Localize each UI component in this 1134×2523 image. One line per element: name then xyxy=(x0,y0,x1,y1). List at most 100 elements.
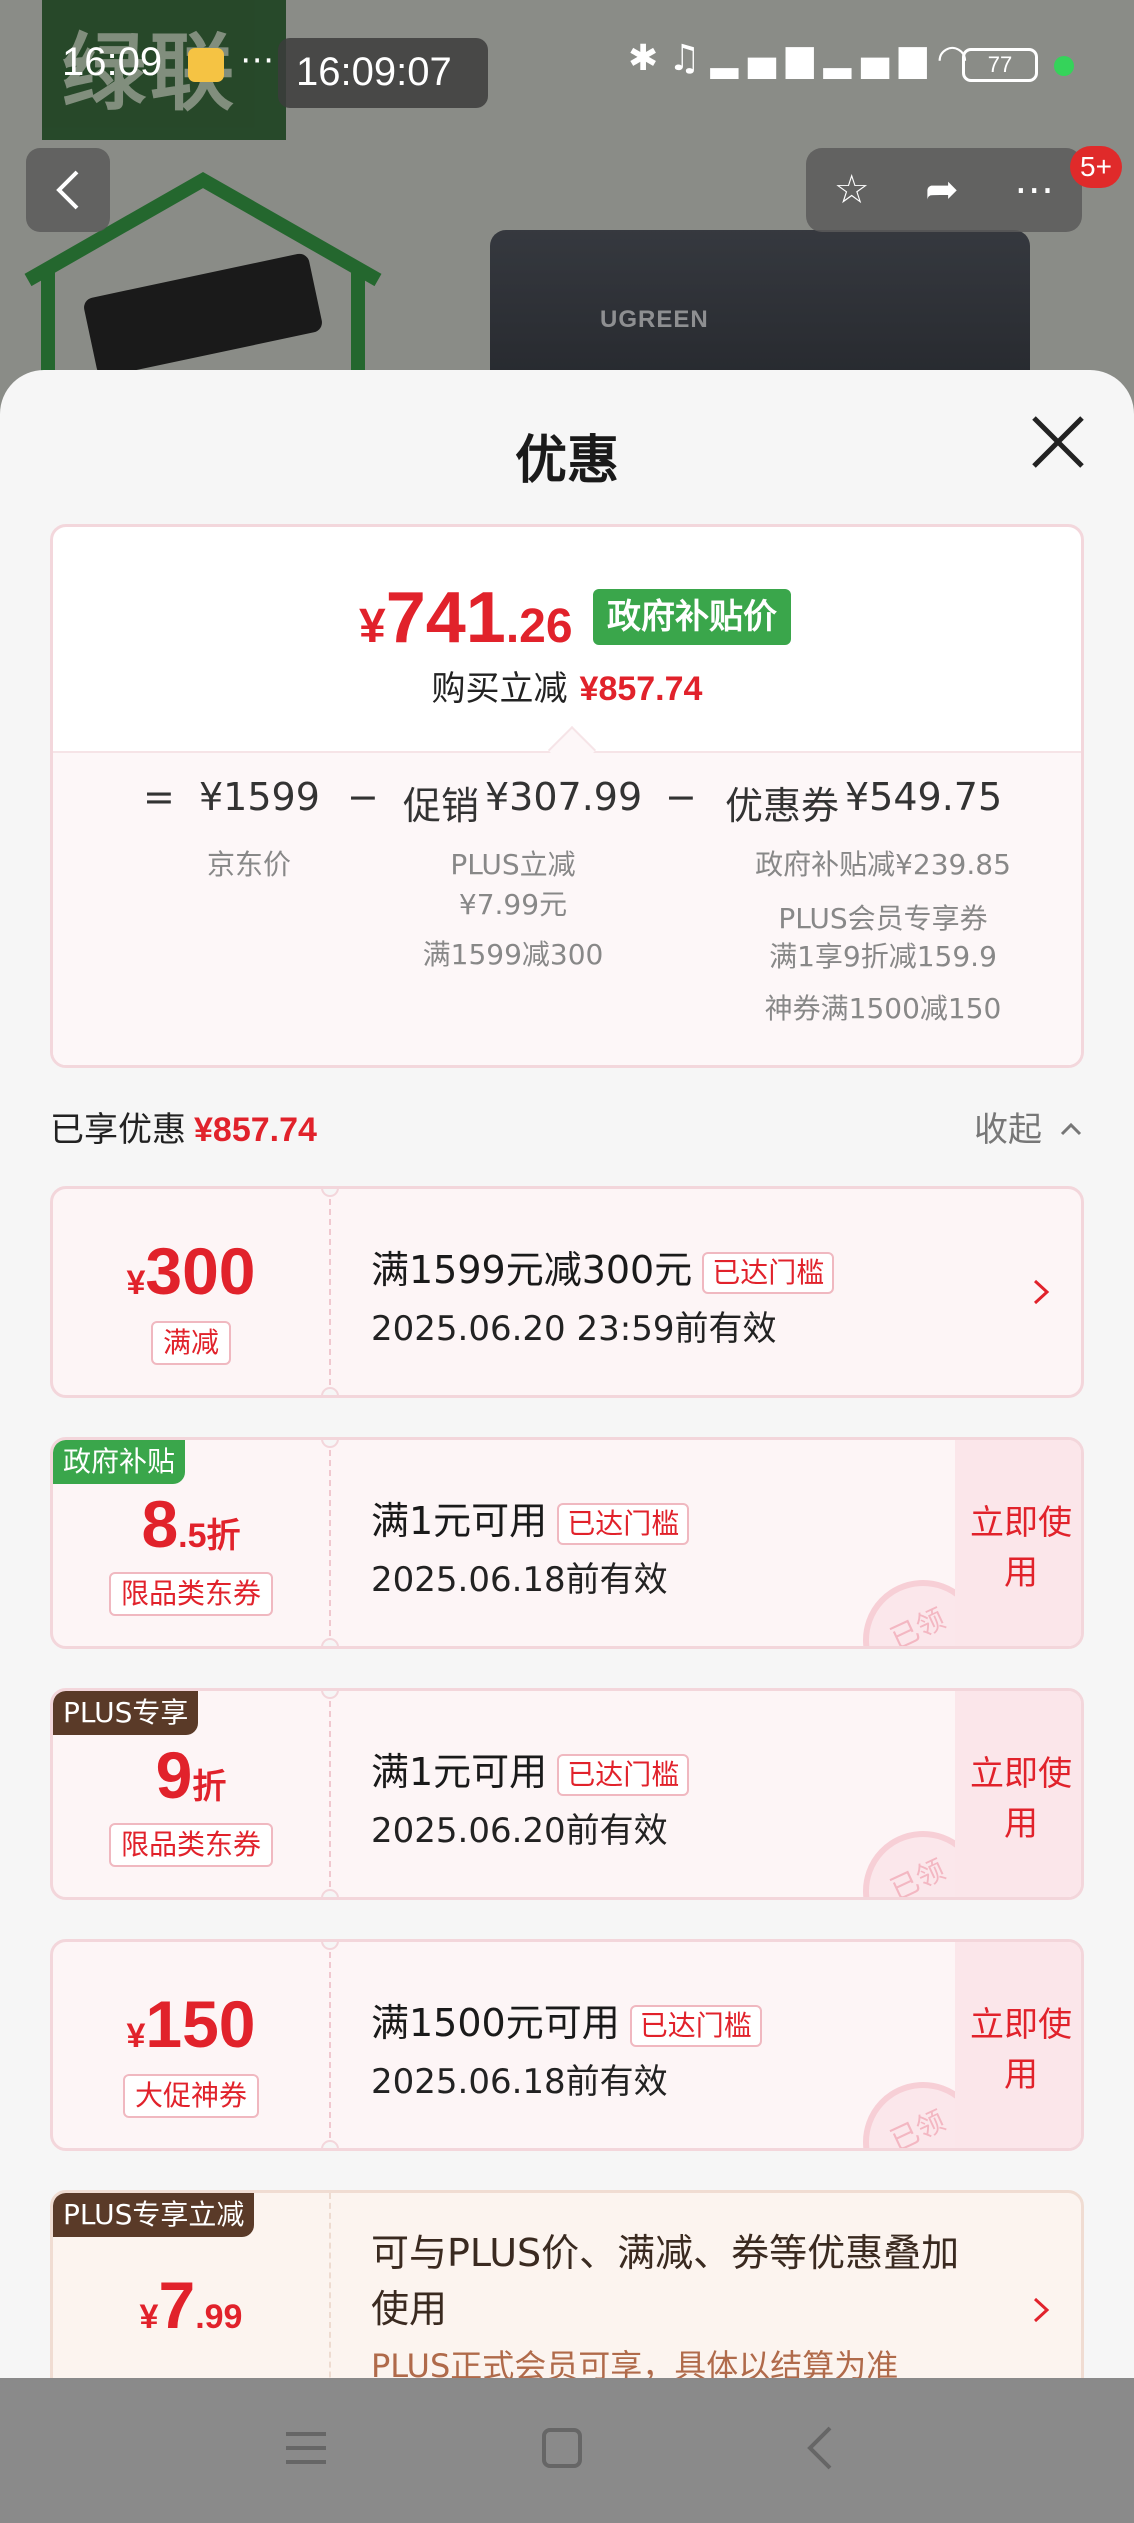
enjoyed-amount: ¥857.74 xyxy=(194,1111,317,1149)
coupon-title: 满1元可用 已达门槛 xyxy=(371,1490,690,1545)
threshold-met-tag: 已达门槛 xyxy=(702,1251,835,1294)
close-icon[interactable] xyxy=(1026,410,1090,474)
earbuds-icon: ♫ xyxy=(668,38,711,79)
bluetooth-icon: ✱ xyxy=(628,38,669,79)
coupon-type: 大促神券 xyxy=(123,2074,260,2118)
jd-price: ¥1599 xyxy=(199,775,320,819)
coupon-type: 限品类东券 xyxy=(109,1823,274,1867)
coupon-title-text: 满1元可用 xyxy=(371,1499,548,1543)
coupon-divider xyxy=(329,2193,331,2380)
coupon-expiry: 2025.06.18前有效 xyxy=(371,1560,668,1600)
enjoyed-label: 已享优惠 xyxy=(50,1110,186,1150)
coupon-currency: ¥ xyxy=(126,1264,146,1302)
coupon-notch xyxy=(321,2140,339,2148)
plus-corner-tag: PLUS专享 xyxy=(53,1691,199,1735)
coupon-detail-3: 满1享9折减159.9 xyxy=(769,940,997,973)
buy-discount-line: 购买立减 ¥857.74 xyxy=(53,661,1081,710)
gov-subsidy-corner-tag: 政府补贴 xyxy=(53,1440,186,1484)
coupon-divider xyxy=(329,1691,331,1897)
share-icon[interactable]: ➦ xyxy=(925,167,959,213)
coupon-notch xyxy=(321,1638,339,1646)
use-now-button[interactable]: 立即使用 xyxy=(955,1691,1081,1897)
coupon-notch xyxy=(321,1440,339,1448)
status-bar: 16:09 ⋯ 16:09:07 ✱♫▂▄▆▂▄▆◠ 77 xyxy=(0,0,1134,130)
coupon-detail-4: 神券满1500减150 xyxy=(764,992,1002,1025)
discount-sheet: 优惠 ¥741.26 政府补贴价 购买立减 ¥857.74 = ¥1599 − 促… xyxy=(0,370,1134,2380)
coupon-amount: 9折 xyxy=(53,1737,329,1813)
final-price-integer: 741 xyxy=(385,578,506,658)
coupon-currency: ¥ xyxy=(126,2017,146,2055)
threshold-met-tag: 已达门槛 xyxy=(557,1502,690,1545)
favorite-star-icon[interactable]: ☆ xyxy=(834,167,870,213)
promo-detail-3: 满1599减300 xyxy=(422,938,604,971)
threshold-met-tag: 已达门槛 xyxy=(557,1753,690,1796)
coupon-divider xyxy=(329,1440,331,1646)
plus-sub-text: PLUS正式会员可享，具体以结算为准 xyxy=(371,2347,899,2380)
coupon-divider xyxy=(329,1189,331,1395)
chevron-right-icon[interactable] xyxy=(1029,1275,1053,1309)
enjoyed-discount: 已享优惠 ¥857.74 xyxy=(50,1102,317,1151)
coupon-card-promo: ¥150 大促神券 满1500元可用 已达门槛 2025.06.18前有效 已领 … xyxy=(50,1939,1084,2151)
more-notifications-icon: ⋯ xyxy=(240,40,274,80)
top-actions: ☆ ➦ ⋯ xyxy=(806,148,1082,232)
coupon-notch xyxy=(321,1691,339,1699)
buy-label: 购买立减 xyxy=(431,669,568,709)
minus-sign-2: − xyxy=(665,775,697,819)
coupon-amount: ¥150 xyxy=(53,1986,329,2062)
chevron-up-icon[interactable] xyxy=(1060,1118,1082,1140)
currency-symbol: ¥ xyxy=(359,600,386,653)
coupon-value: 8 xyxy=(141,1487,179,1561)
coupon-detail-2: PLUS会员专享券 xyxy=(778,902,988,935)
coupon-notch xyxy=(321,1942,339,1950)
signal-5g-2-icon: ▂▄▆ xyxy=(823,38,937,79)
coupon-label: 优惠券 xyxy=(725,784,840,828)
plus-discount-card[interactable]: PLUS专享立减 ¥7.99 可与PLUS价、满减、券等优惠叠加使用 PLUS正… xyxy=(50,2190,1084,2380)
final-price-decimal: .26 xyxy=(505,600,573,653)
equals-sign: = xyxy=(143,775,175,819)
plus-description: 可与PLUS价、满减、券等优惠叠加使用 xyxy=(371,2231,960,2331)
coupon-card-full-reduction[interactable]: ¥300 满减 满1599元减300元 已达门槛 2025.06.20 23:59… xyxy=(50,1186,1084,1398)
back-button[interactable] xyxy=(26,148,110,232)
sheet-title: 优惠 xyxy=(514,431,619,491)
coupon-amount: ¥300 xyxy=(53,1233,329,1309)
more-icon[interactable]: ⋯ xyxy=(1014,167,1054,213)
status-icons: ✱♫▂▄▆▂▄▆◠ xyxy=(628,38,978,79)
coupon-detail-1: 政府补贴减¥239.85 xyxy=(755,848,1011,881)
coupon-expiry: 2025.06.18前有效 xyxy=(371,2062,668,2102)
battery-icon: 77 xyxy=(962,48,1038,82)
threshold-met-tag: 已达门槛 xyxy=(629,2004,762,2047)
coupon-notch xyxy=(321,1889,339,1897)
plus-corner-tag: PLUS专享立减 xyxy=(53,2193,255,2237)
coupon-title-text: 满1500元可用 xyxy=(371,2001,620,2045)
promo-detail-2: ¥7.99元 xyxy=(458,888,568,921)
coupon-expiry: 2025.06.20 23:59前有效 xyxy=(371,1309,777,1349)
clock-overlay: 16:09:07 xyxy=(278,38,488,108)
promo-amount: ¥307.99 xyxy=(485,775,643,819)
status-time: 16:09 xyxy=(62,40,163,84)
message-badge: 5+ xyxy=(1070,146,1122,188)
coupon-value-suffix: .5折 xyxy=(178,1517,241,1555)
coupon-card-plus-exclusive: PLUS专享 9折 限品类东券 满1元可用 已达门槛 2025.06.20前有效 … xyxy=(50,1688,1084,1900)
buy-amount: ¥857.74 xyxy=(579,670,703,708)
coupon-title-text: 满1元可用 xyxy=(371,1750,548,1794)
coupon-type: 满减 xyxy=(151,1321,232,1365)
coupon-expiry: 2025.06.20前有效 xyxy=(371,1811,668,1851)
minus-sign-1: − xyxy=(347,775,379,819)
menu-icon[interactable] xyxy=(276,2418,336,2478)
final-price: ¥741.26 xyxy=(359,577,573,659)
chevron-right-icon[interactable] xyxy=(1029,2293,1053,2327)
coupon-title: 满1500元可用 已达门槛 xyxy=(371,1992,762,2047)
plus-value-decimal: .99 xyxy=(195,2298,243,2336)
use-now-button[interactable]: 立即使用 xyxy=(955,1942,1081,2148)
use-now-button[interactable]: 立即使用 xyxy=(955,1440,1081,1646)
collapse-button[interactable]: 收起 xyxy=(974,1102,1042,1151)
back-icon[interactable] xyxy=(790,2418,850,2478)
coupon-notch xyxy=(321,1387,339,1395)
coupon-value: 150 xyxy=(145,1987,256,2061)
coupon-title-text: 满1599元减300元 xyxy=(371,1248,693,1292)
coupon-value-suffix: 折 xyxy=(192,1768,227,1806)
coupon-title: 满1元可用 已达门槛 xyxy=(371,1741,690,1796)
coupon-card-gov-subsidy: 政府补贴 8.5折 限品类东券 满1元可用 已达门槛 2025.06.18前有效 … xyxy=(50,1437,1084,1649)
home-icon[interactable] xyxy=(532,2418,592,2478)
price-breakdown-card: ¥741.26 政府补贴价 购买立减 ¥857.74 = ¥1599 − 促销 ¥… xyxy=(50,524,1084,1068)
